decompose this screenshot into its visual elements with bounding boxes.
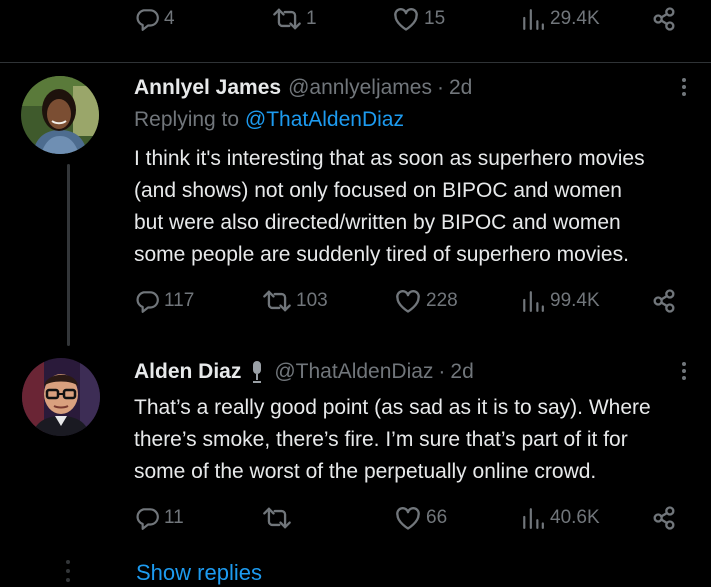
header-separator: · <box>436 76 444 99</box>
heart-icon <box>396 507 420 530</box>
header-separator: · <box>438 360 446 383</box>
avatar-alden-diaz[interactable] <box>22 358 100 436</box>
like-count: 228 <box>426 290 458 311</box>
tweet-action-bar: 11 66 40.6K <box>0 503 711 533</box>
author-name[interactable]: Annlyel James <box>134 76 281 100</box>
retweet-icon <box>263 507 291 529</box>
reply-count: 117 <box>164 290 195 311</box>
share-button[interactable] <box>650 503 678 533</box>
share-button[interactable] <box>650 286 678 316</box>
reply-count: 11 <box>164 507 184 528</box>
tweet-text: I think it's interesting that as soon as… <box>134 147 645 266</box>
show-replies-link[interactable]: Show replies <box>136 560 262 586</box>
reply-button[interactable]: 11 <box>134 503 184 533</box>
views-button[interactable]: 40.6K <box>520 503 600 533</box>
tweet-timestamp[interactable]: 2d <box>450 360 473 384</box>
retweet-icon <box>263 290 291 312</box>
like-count: 66 <box>426 507 448 528</box>
retweet-button[interactable]: 1 <box>272 4 317 34</box>
tweet-text: That’s a really good point (as sad as it… <box>134 396 651 483</box>
like-count: 15 <box>424 8 446 29</box>
tweet-header: Alden Diaz @ThatAldenDiaz · 2d <box>134 358 474 386</box>
share-button[interactable] <box>650 4 678 34</box>
profile-photo-icon <box>21 76 99 154</box>
retweet-count: 103 <box>296 290 328 311</box>
share-icon <box>653 506 675 530</box>
tweet-action-bar: 117 103 228 99.4K <box>0 286 711 316</box>
views-count: 29.4K <box>550 8 600 29</box>
reply-icon <box>136 291 159 313</box>
retweet-button[interactable] <box>262 503 296 533</box>
share-icon <box>653 7 675 31</box>
tweet-header: Annlyel James @annlyeljames · 2d <box>134 74 472 102</box>
replying-mention-link[interactable]: @ThatAldenDiaz <box>245 108 404 131</box>
more-options-icon[interactable] <box>681 362 687 384</box>
reply-button[interactable]: 4 <box>134 4 175 34</box>
retweet-icon <box>273 8 301 30</box>
views-button[interactable]: 99.4K <box>520 286 600 316</box>
like-button[interactable]: 66 <box>394 503 447 533</box>
author-handle[interactable]: @ThatAldenDiaz <box>274 360 433 384</box>
views-count: 99.4K <box>550 290 600 311</box>
top-action-bar: 4 1 15 29.4K <box>0 4 711 34</box>
like-button[interactable]: 15 <box>392 4 445 34</box>
reply-button[interactable]: 117 <box>134 286 194 316</box>
views-chart-icon <box>523 508 544 529</box>
replying-to: Replying to @ThatAldenDiaz <box>134 108 404 132</box>
views-chart-icon <box>523 291 544 312</box>
share-icon <box>653 289 675 313</box>
retweet-button[interactable]: 103 <box>262 286 328 316</box>
like-button[interactable]: 228 <box>394 286 458 316</box>
replying-prefix: Replying to <box>134 108 240 131</box>
reply-icon <box>136 508 159 530</box>
reply-icon <box>136 9 159 31</box>
heart-icon <box>396 290 420 313</box>
heart-icon <box>394 8 418 31</box>
author-name[interactable]: Alden Diaz <box>134 360 241 384</box>
reply-count: 4 <box>164 8 175 29</box>
views-button[interactable]: 29.4K <box>520 4 600 34</box>
thread-dots <box>66 560 70 587</box>
avatar-annlyel-james[interactable] <box>21 76 99 154</box>
retweet-count: 1 <box>306 8 317 29</box>
tweet-divider <box>0 62 711 63</box>
profile-photo-icon <box>22 358 100 436</box>
tweet-timestamp[interactable]: 2d <box>449 76 472 100</box>
thread-connector <box>67 164 70 346</box>
author-handle[interactable]: @annlyeljames <box>288 76 432 100</box>
microphone-icon <box>249 360 265 384</box>
views-count: 40.6K <box>550 507 600 528</box>
more-options-icon[interactable] <box>681 78 687 100</box>
views-chart-icon <box>523 9 544 30</box>
